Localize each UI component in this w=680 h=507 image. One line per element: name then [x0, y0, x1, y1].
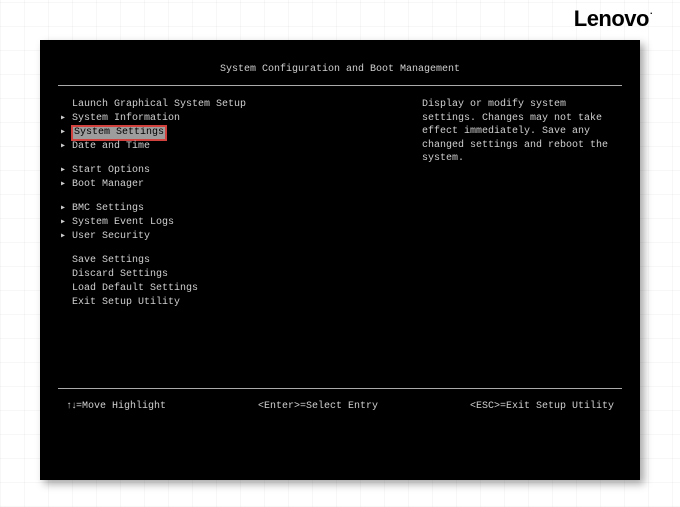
menu-label: System Information [72, 112, 180, 126]
submenu-caret-icon: ▸ [58, 202, 68, 216]
submenu-caret-icon: ▸ [58, 140, 68, 154]
hint-move: ↑↓=Move Highlight [66, 401, 166, 412]
menu-save-settings[interactable]: Save Settings [58, 254, 408, 268]
menu-load-default-settings[interactable]: Load Default Settings [58, 282, 408, 296]
menu-label: Load Default Settings [72, 282, 198, 296]
menu-start-options[interactable]: ▸ Start Options [58, 164, 408, 178]
divider-bottom [58, 388, 622, 389]
submenu-caret-icon: ▸ [58, 216, 68, 230]
menu-column: Launch Graphical System Setup ▸ System I… [58, 94, 408, 384]
hint-esc: <ESC>=Exit Setup Utility [470, 401, 614, 412]
menu-discard-settings[interactable]: Discard Settings [58, 268, 408, 282]
hint-move-text: =Move Highlight [76, 401, 166, 412]
brand-name: Lenovo [574, 6, 649, 31]
divider-top [58, 85, 622, 86]
body-area: Launch Graphical System Setup ▸ System I… [58, 94, 622, 384]
menu-label: Start Options [72, 164, 150, 178]
menu-label: BMC Settings [72, 202, 144, 216]
brand-tm: . [650, 6, 652, 16]
submenu-caret-icon: ▸ [58, 164, 68, 178]
menu-label: Save Settings [72, 254, 150, 268]
menu-label: Launch Graphical System Setup [72, 98, 246, 112]
menu-system-information[interactable]: ▸ System Information [58, 112, 408, 126]
menu-label: Exit Setup Utility [72, 296, 180, 310]
menu-system-settings[interactable]: ▸ System Settings [58, 126, 408, 140]
menu-launch-graphical-setup[interactable]: Launch Graphical System Setup [58, 98, 408, 112]
brand-logo: Lenovo. [574, 6, 652, 32]
menu-label: Date and Time [72, 140, 150, 154]
group-gap [58, 244, 408, 254]
page-title: System Configuration and Boot Management [58, 54, 622, 81]
group-gap [58, 192, 408, 202]
updown-arrows-icon: ↑↓ [66, 401, 76, 412]
submenu-caret-icon: ▸ [58, 178, 68, 192]
submenu-caret-icon: ▸ [58, 230, 68, 244]
hint-enter: <Enter>=Select Entry [258, 401, 378, 412]
menu-date-time[interactable]: ▸ Date and Time [58, 140, 408, 154]
menu-system-event-logs[interactable]: ▸ System Event Logs [58, 216, 408, 230]
submenu-caret-icon: ▸ [58, 126, 68, 140]
submenu-caret-icon: ▸ [58, 112, 68, 126]
menu-label: System Event Logs [72, 216, 174, 230]
menu-label: Discard Settings [72, 268, 168, 282]
help-panel: Display or modify system settings. Chang… [422, 94, 622, 384]
menu-boot-manager[interactable]: ▸ Boot Manager [58, 178, 408, 192]
footer-hints: ↑↓=Move Highlight <Enter>=Select Entry <… [58, 397, 622, 412]
menu-label: User Security [72, 230, 150, 244]
menu-exit-setup-utility[interactable]: Exit Setup Utility [58, 296, 408, 310]
help-text: Display or modify system settings. Chang… [422, 99, 608, 164]
menu-label: System Settings [72, 126, 166, 140]
group-gap [58, 154, 408, 164]
menu-bmc-settings[interactable]: ▸ BMC Settings [58, 202, 408, 216]
menu-user-security[interactable]: ▸ User Security [58, 230, 408, 244]
bios-window: System Configuration and Boot Management… [40, 40, 640, 480]
menu-label: Boot Manager [72, 178, 144, 192]
